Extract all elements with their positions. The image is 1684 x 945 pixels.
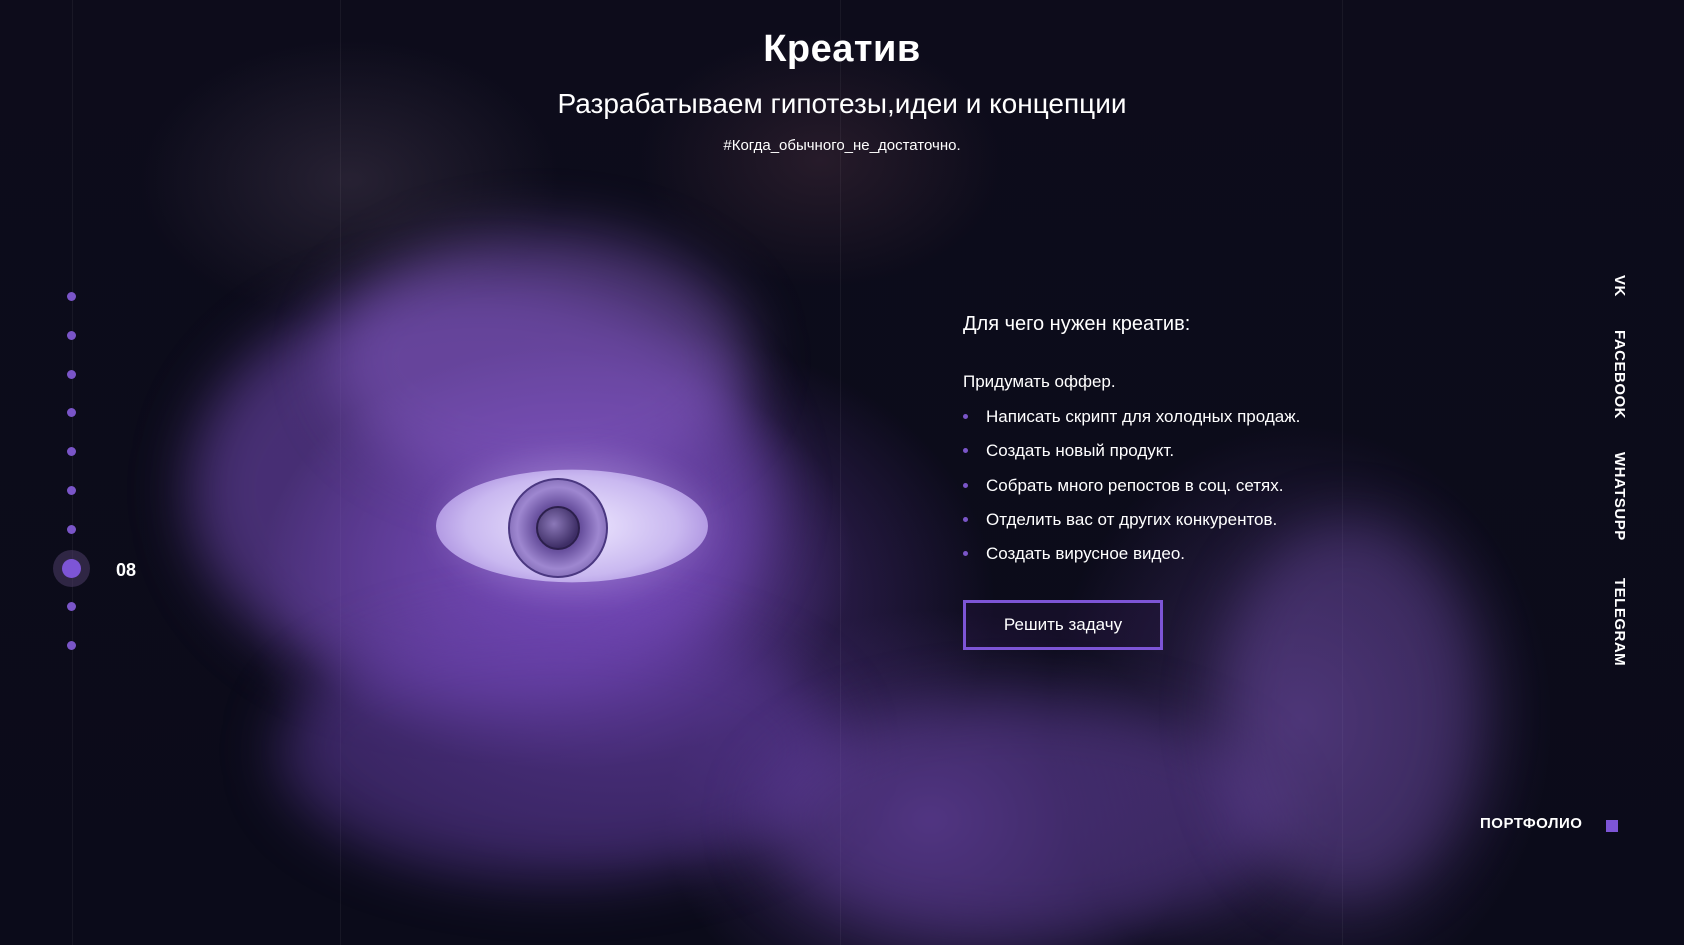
pagination-dot-active[interactable] [62, 559, 81, 578]
list-item-text: Создать вирусное видео. [986, 544, 1186, 564]
social-link-telegram[interactable]: TELEGRAM [1611, 578, 1628, 666]
pagination-dot[interactable] [67, 292, 76, 301]
smoke-cloud [760, 700, 1280, 940]
list-item-text: Собрать много репостов в соц. сетях. [986, 475, 1284, 495]
smoke-cloud [1220, 520, 1480, 900]
pagination-dot[interactable] [67, 331, 76, 340]
list-item-text: Отделить вас от других конкурентов. [986, 509, 1278, 529]
pagination-dot[interactable] [67, 370, 76, 379]
social-link-vk[interactable]: VK [1611, 275, 1628, 297]
solve-task-button[interactable]: Решить задачу [963, 600, 1163, 650]
list-item-text: Написать скрипт для холодных продаж. [986, 407, 1301, 426]
eye-pupil [536, 506, 580, 550]
bullet-icon [963, 482, 968, 488]
list-item: Собрать много репостов в соц. сетях. [963, 474, 1300, 508]
pagination-dot[interactable] [67, 408, 76, 417]
why-list: Написать скрипт для холодных продаж. Соз… [963, 405, 1300, 576]
pagination-dot[interactable] [67, 447, 76, 456]
why-heading: Для чего нужен креатив: [963, 313, 1191, 335]
list-item: Написать скрипт для холодных продаж. [963, 405, 1300, 439]
bullet-icon [963, 448, 968, 454]
list-item: Создать вирусное видео. [963, 542, 1300, 576]
pagination-dot[interactable] [67, 525, 76, 534]
social-link-facebook[interactable]: FACEBOOK [1611, 330, 1628, 419]
bullet-icon [963, 414, 968, 419]
creative-slide: Креатив Разрабатываем гипотезы,идеи и ко… [0, 0, 1684, 945]
list-item: Создать новый продукт. [963, 439, 1300, 473]
hashtag: #Когда_обычного_не_достаточно. [723, 137, 961, 154]
pagination-dot[interactable] [67, 641, 76, 650]
portfolio-link[interactable]: ПОРТФОЛИО [1480, 815, 1582, 832]
list-item: Отделить вас от других конкурентов. [963, 508, 1300, 542]
pagination-dot[interactable] [67, 602, 76, 611]
bullet-icon [963, 551, 968, 557]
bullet-icon [963, 516, 968, 522]
portfolio-square-icon [1606, 820, 1618, 832]
list-item-text: Создать новый продукт. [986, 441, 1175, 461]
page-subtitle: Разрабатываем гипотезы,идеи и концепции [557, 88, 1127, 119]
social-link-whatsapp[interactable]: WHATSUPP [1611, 452, 1628, 541]
page-title: Креатив [763, 28, 921, 70]
current-slide-number: 08 [116, 560, 137, 580]
pagination-dot[interactable] [67, 486, 76, 495]
why-first-item: Придумать оффер. [963, 372, 1116, 391]
smoke-cloud [280, 620, 840, 880]
